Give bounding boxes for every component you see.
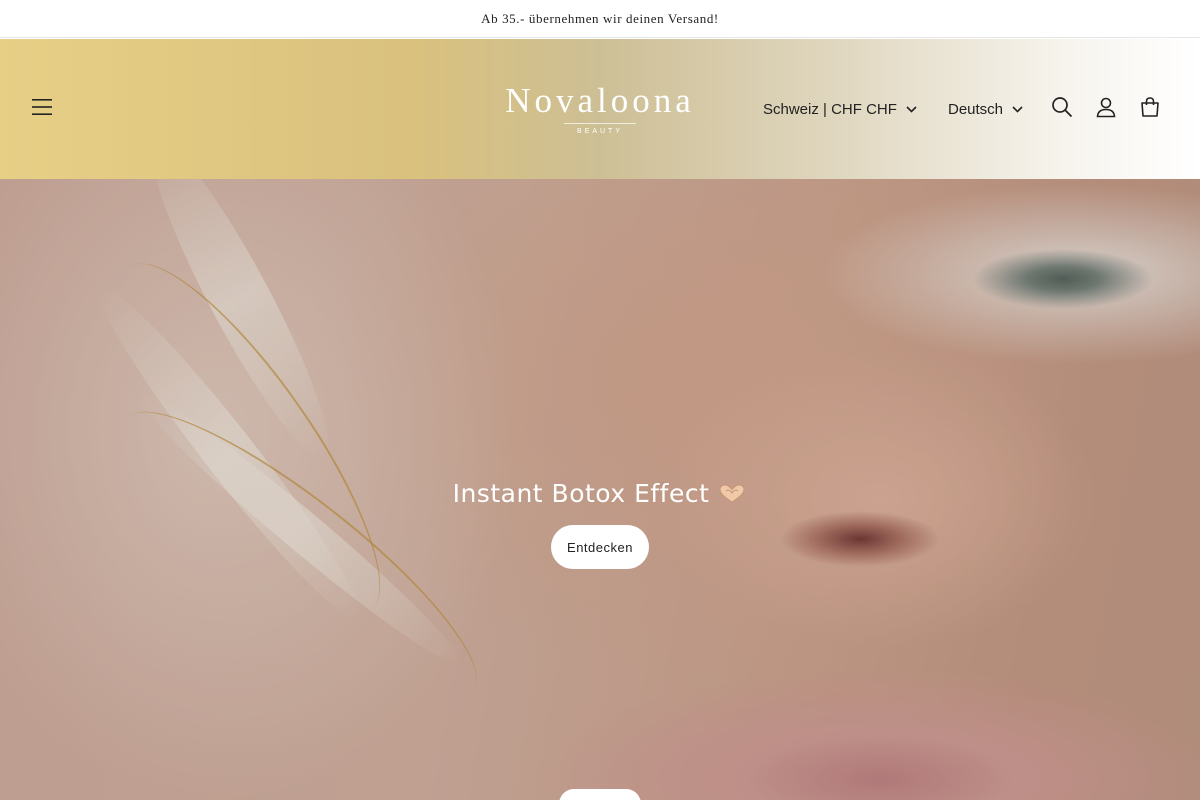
cart-button[interactable]	[1130, 89, 1170, 129]
logo-name: Novaloona	[505, 81, 695, 120]
hero-title-text: Instant Botox Effect	[452, 479, 710, 508]
search-icon	[1051, 96, 1073, 123]
menu-button[interactable]	[22, 89, 62, 129]
site-header: Novaloona BEAUTY Schweiz | CHF CHF Deuts…	[0, 39, 1200, 179]
country-selector-label: Schweiz | CHF CHF	[763, 100, 897, 118]
site-logo[interactable]: Novaloona BEAUTY	[480, 81, 720, 141]
language-selector-label: Deutsch	[948, 100, 1004, 118]
account-button[interactable]	[1086, 89, 1126, 129]
heart-hands-icon	[717, 483, 747, 505]
account-icon	[1095, 96, 1117, 123]
language-selector[interactable]: Deutsch	[948, 95, 1023, 123]
discover-button[interactable]: Entdecken	[551, 525, 649, 569]
search-button[interactable]	[1042, 89, 1082, 129]
hero-banner: Instant Botox Effect Entdecken	[0, 179, 1200, 800]
logo-subtitle: BEAUTY	[576, 128, 623, 135]
chevron-down-icon	[906, 105, 917, 113]
chevron-down-icon	[1012, 105, 1023, 113]
announcement-text: Ab 35.- übernehmen wir deinen Versand!	[481, 10, 719, 26]
menu-icon	[31, 98, 53, 121]
cart-icon	[1139, 96, 1161, 123]
announcement-bar: Ab 35.- übernehmen wir deinen Versand!	[0, 0, 1200, 38]
hero-title: Instant Botox Effect	[453, 479, 748, 508]
slideshow-control-button[interactable]	[559, 789, 641, 800]
country-selector[interactable]: Schweiz | CHF CHF	[763, 95, 917, 123]
logo-divider	[564, 123, 636, 124]
hero-content: Instant Botox Effect Entdecken	[0, 479, 1200, 569]
